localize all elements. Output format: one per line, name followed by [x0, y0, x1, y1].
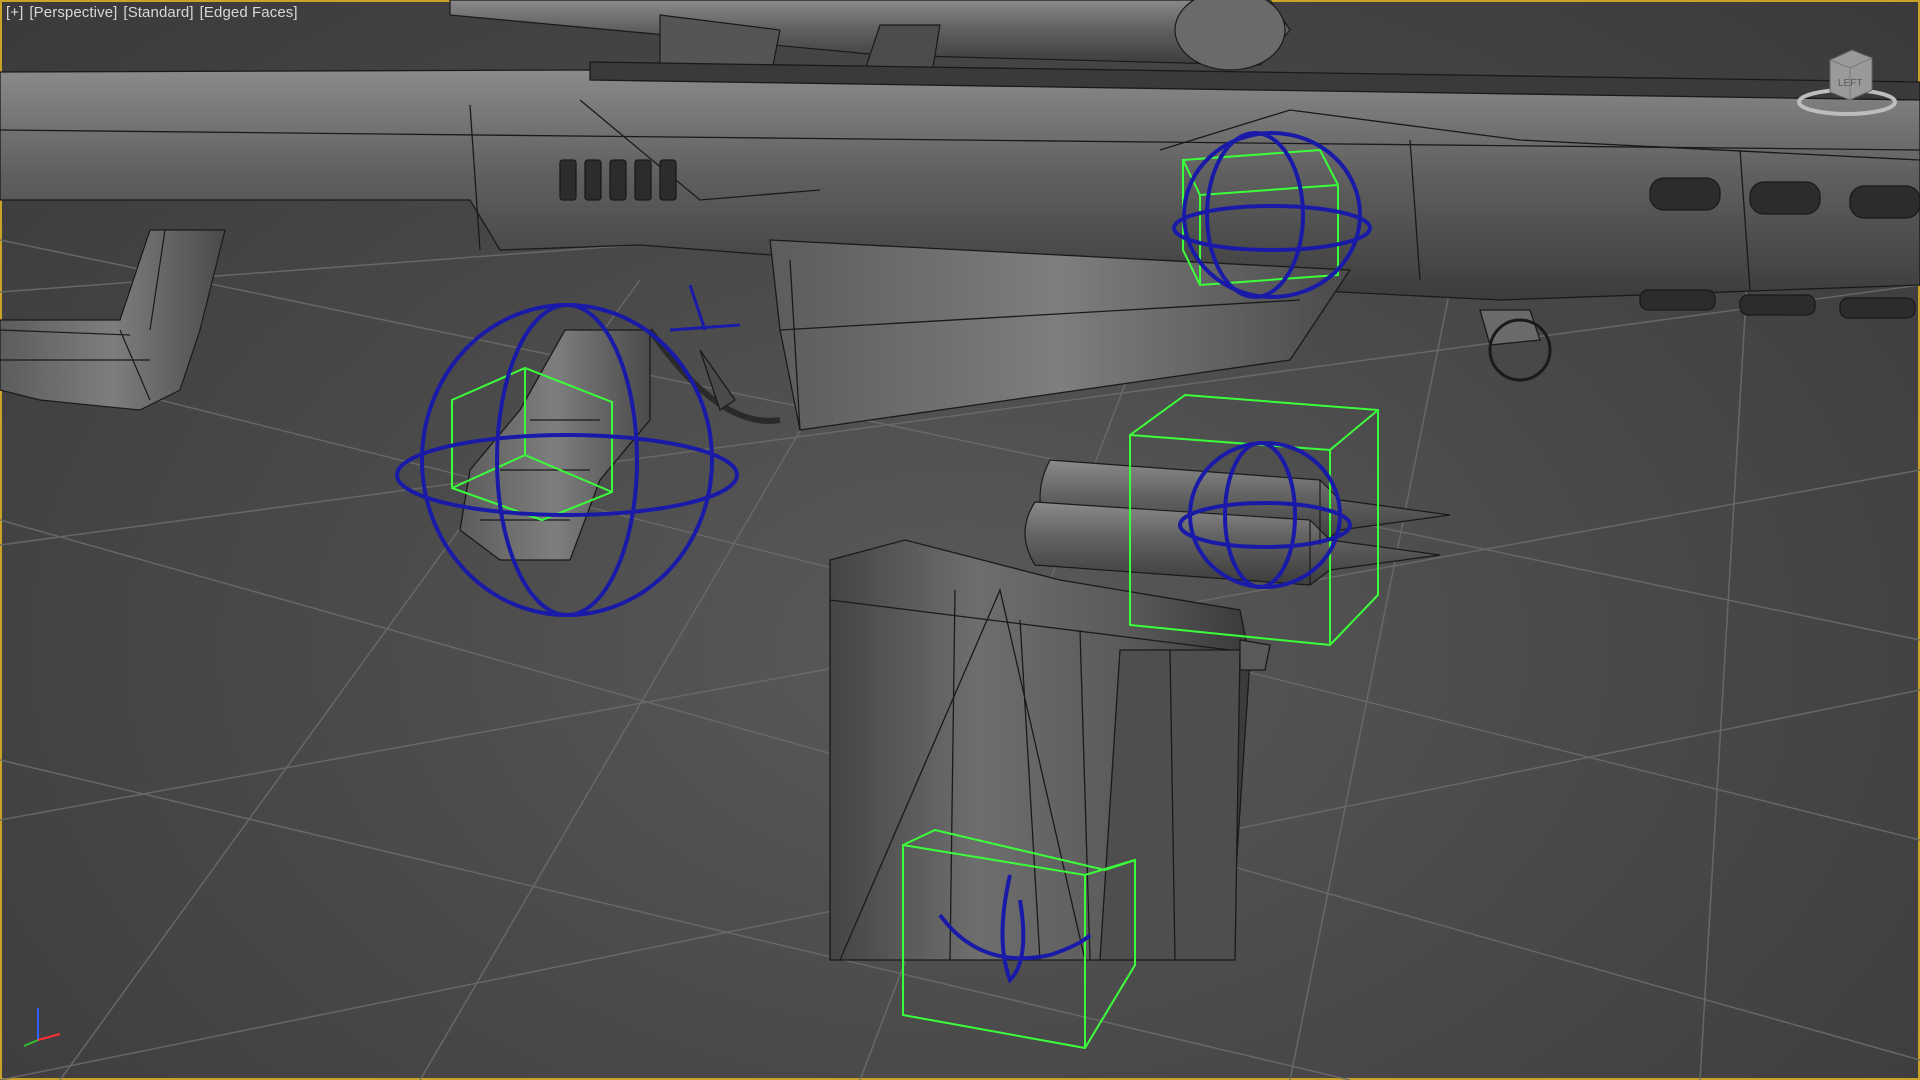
- rifle-body: [0, 61, 1920, 431]
- scene-canvas[interactable]: [0, 0, 1920, 1080]
- perspective-viewport[interactable]: [+] [Perspective] [Standard] [Edged Face…: [0, 0, 1920, 1080]
- viewport-plus-menu[interactable]: [+]: [6, 4, 23, 21]
- viewport-shading-menu[interactable]: [Standard]: [123, 4, 193, 21]
- bipod-leg: [0, 229, 226, 411]
- viewport-display-menu[interactable]: [Edged Faces]: [200, 4, 298, 21]
- y-axis-icon: [23, 1039, 39, 1047]
- magazine: [829, 539, 1271, 961]
- viewcube-face-label: LEFT: [1838, 78, 1862, 89]
- viewport-point-of-view-menu[interactable]: [Perspective]: [29, 4, 117, 21]
- viewport-label-menu[interactable]: [+] [Perspective] [Standard] [Edged Face…: [6, 4, 298, 21]
- x-axis-icon: [37, 1033, 61, 1041]
- viewcube-icon[interactable]: LEFT: [1792, 40, 1902, 120]
- axis-tripod-icon: [23, 1008, 61, 1047]
